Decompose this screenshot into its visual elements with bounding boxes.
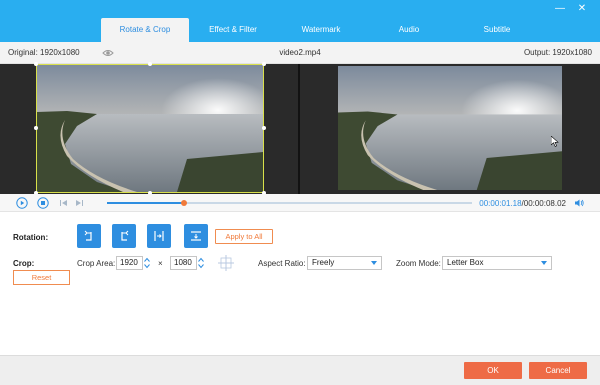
rotate-right-button[interactable] (112, 224, 136, 248)
minimize-button[interactable]: — (552, 2, 568, 16)
zoom-mode-select[interactable]: Letter Box (442, 256, 552, 270)
crop-times-sign: × (158, 259, 163, 268)
total-time: /00:00:08.02 (521, 199, 566, 208)
aspect-ratio-value: Freely (312, 258, 335, 267)
rotate-left-icon (84, 230, 92, 241)
mouse-cursor-icon (551, 136, 559, 147)
apply-to-all-button[interactable]: Apply to All (215, 229, 273, 244)
crop-height-input[interactable]: 1080 (170, 256, 197, 270)
output-resolution: Output: 1920x1080 (523, 48, 592, 57)
rotate-left-button[interactable] (77, 224, 101, 248)
progress-knob[interactable] (180, 200, 187, 206)
flip-horizontal-button[interactable] (147, 224, 171, 248)
file-name: video2.mp4 (279, 48, 321, 57)
crop-handle-t[interactable] (148, 62, 152, 66)
crop-label: Crop: (13, 259, 35, 268)
crop-handle-tl[interactable] (34, 62, 38, 66)
reset-button[interactable]: Reset (13, 270, 70, 285)
flip-vertical-icon (191, 231, 201, 241)
time-display: 00:00:01.18/00:00:08.02 (479, 199, 566, 208)
tab-audio[interactable]: Audio (365, 18, 453, 42)
output-preview-pane (300, 64, 600, 194)
info-bar: Original: 1920x1080 video2.mp4 Output: 1… (0, 42, 600, 64)
stop-icon[interactable] (37, 197, 49, 209)
tab-rotate-crop[interactable]: Rotate & Crop (101, 18, 189, 42)
tab-effect-filter[interactable]: Effect & Filter (189, 18, 277, 42)
aspect-ratio-label: Aspect Ratio: (258, 259, 306, 268)
original-preview-pane (0, 62, 298, 195)
crop-width-input[interactable]: 1920 (116, 256, 143, 270)
tab-subtitle[interactable]: Subtitle (453, 18, 541, 42)
preview-area (0, 62, 600, 195)
crop-height-stepper[interactable] (197, 256, 205, 270)
volume-icon[interactable] (573, 197, 585, 209)
ok-button[interactable]: OK (464, 362, 522, 379)
aspect-ratio-select[interactable]: Freely (307, 256, 382, 270)
zoom-mode-value: Letter Box (447, 258, 484, 267)
crop-width-stepper[interactable] (143, 256, 151, 270)
play-icon[interactable] (16, 197, 28, 209)
flip-horizontal-icon (154, 231, 164, 241)
progress-track[interactable] (107, 200, 472, 206)
crop-outline[interactable] (34, 62, 266, 195)
crop-handle-l[interactable] (34, 126, 38, 130)
close-button[interactable]: ✕ (574, 2, 590, 16)
chevron-down-icon (371, 261, 377, 265)
previous-frame-icon[interactable] (58, 197, 70, 209)
center-crop-icon[interactable] (217, 254, 235, 272)
tab-bar: Rotate & Crop Effect & Filter Watermark … (101, 18, 541, 42)
footer-bar: OK Cancel (0, 355, 600, 385)
cancel-button[interactable]: Cancel (529, 362, 587, 379)
current-time: 00:00:01.18 (479, 199, 522, 208)
playback-bar: 00:00:01.18/00:00:08.02 (0, 194, 600, 212)
title-bar: — ✕ Rotate & Crop Effect & Filter Waterm… (0, 0, 600, 42)
rotation-label: Rotation: (13, 233, 49, 242)
flip-vertical-button[interactable] (184, 224, 208, 248)
tab-watermark[interactable]: Watermark (277, 18, 365, 42)
chevron-down-icon (541, 261, 547, 265)
crop-handle-r[interactable] (262, 126, 266, 130)
output-video-frame (338, 66, 562, 190)
progress-fill (107, 202, 184, 204)
next-frame-icon[interactable] (73, 197, 85, 209)
crop-handle-tr[interactable] (262, 62, 266, 66)
crop-area-label: Crop Area: (77, 259, 116, 268)
rotate-right-icon (121, 230, 129, 241)
zoom-mode-label: Zoom Mode: (396, 259, 441, 268)
